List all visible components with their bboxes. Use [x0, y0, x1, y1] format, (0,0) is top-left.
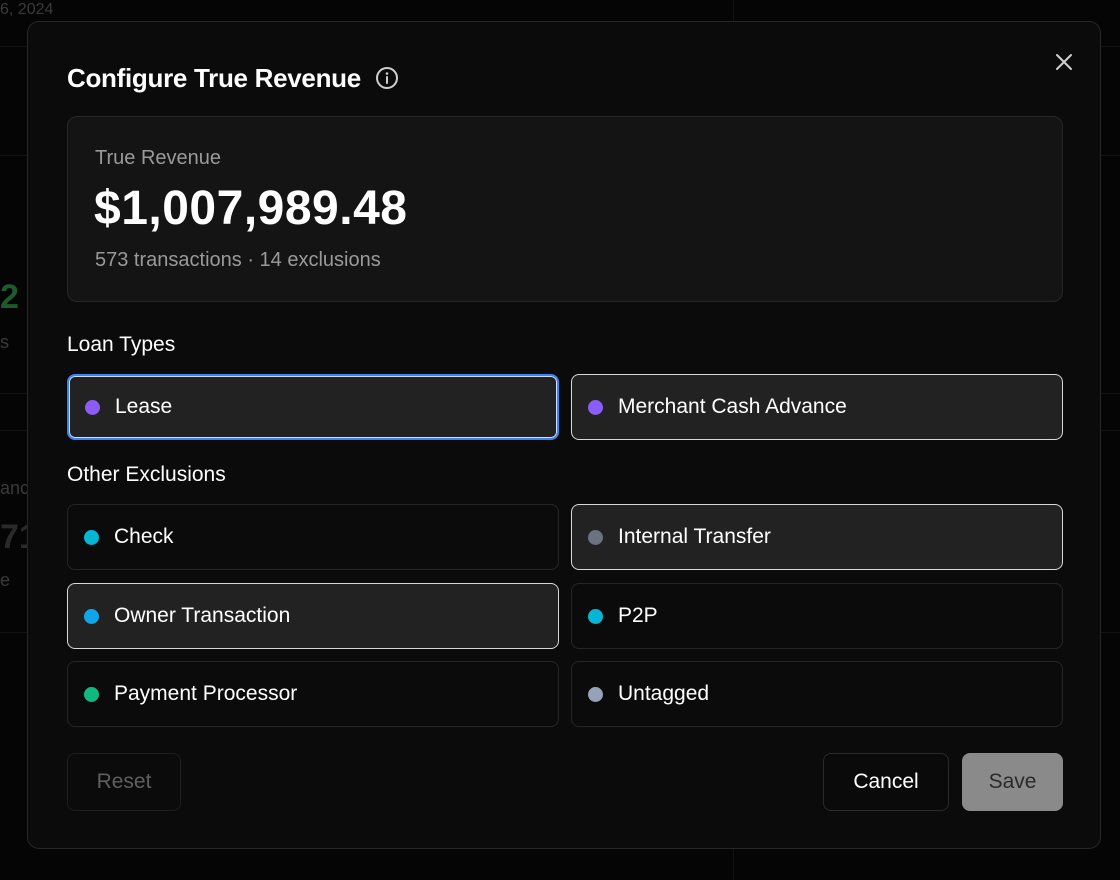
dialog-header: Configure True Revenue: [67, 60, 399, 96]
summary-subtext: 573 transactions · 14 exclusions: [95, 249, 381, 271]
p2p-color-dot: [588, 608, 603, 624]
reset-button[interactable]: Reset: [67, 753, 181, 811]
option-internal-transfer[interactable]: Internal Transfer: [571, 504, 1063, 570]
save-button[interactable]: Save: [962, 753, 1063, 811]
option-check[interactable]: Check: [67, 504, 559, 570]
payment-processor-color-dot: [84, 686, 99, 702]
backdrop-text: s: [0, 332, 9, 352]
option-label: Untagged: [618, 682, 710, 705]
option-label: Check: [114, 525, 174, 548]
close-button[interactable]: [1050, 48, 1078, 76]
option-untagged[interactable]: Untagged: [571, 661, 1063, 727]
option-merchant-cash-advance[interactable]: Merchant Cash Advance: [571, 374, 1063, 440]
option-lease[interactable]: Lease: [67, 374, 559, 440]
backdrop-date: 6, 2024: [0, 1, 54, 18]
option-label: Owner Transaction: [114, 604, 291, 627]
option-p2p[interactable]: P2P: [571, 583, 1063, 649]
option-label: Merchant Cash Advance: [618, 395, 847, 418]
true-revenue-summary: True Revenue $1,007,989.48 573 transacti…: [67, 116, 1063, 302]
option-label: Lease: [115, 395, 173, 418]
internal-transfer-color-dot: [588, 529, 603, 545]
option-label: P2P: [618, 604, 658, 627]
check-color-dot: [84, 529, 99, 545]
owner-transaction-color-dot: [84, 608, 99, 624]
option-label: Internal Transfer: [618, 525, 771, 548]
summary-label: True Revenue: [95, 147, 221, 169]
backdrop-text: e: [0, 570, 11, 590]
option-label: Payment Processor: [114, 682, 298, 705]
option-payment-processor[interactable]: Payment Processor: [67, 661, 559, 727]
untagged-color-dot: [588, 686, 603, 702]
dialog-title: Configure True Revenue: [67, 62, 361, 93]
lease-color-dot: [85, 399, 100, 415]
close-icon: [1056, 54, 1072, 70]
option-owner-transaction[interactable]: Owner Transaction: [67, 583, 559, 649]
info-icon[interactable]: [375, 66, 399, 90]
merchant-cash-advance-color-dot: [588, 399, 603, 415]
cancel-button[interactable]: Cancel: [823, 753, 949, 811]
backdrop-text: anc: [0, 478, 30, 498]
loan-types-label: Loan Types: [67, 333, 176, 356]
backdrop-metric: 2: [0, 278, 19, 316]
configure-revenue-dialog: Configure True Revenue True Revenue $1,0…: [27, 21, 1101, 849]
other-exclusions-label: Other Exclusions: [67, 463, 226, 486]
summary-value: $1,007,989.48: [94, 182, 408, 235]
